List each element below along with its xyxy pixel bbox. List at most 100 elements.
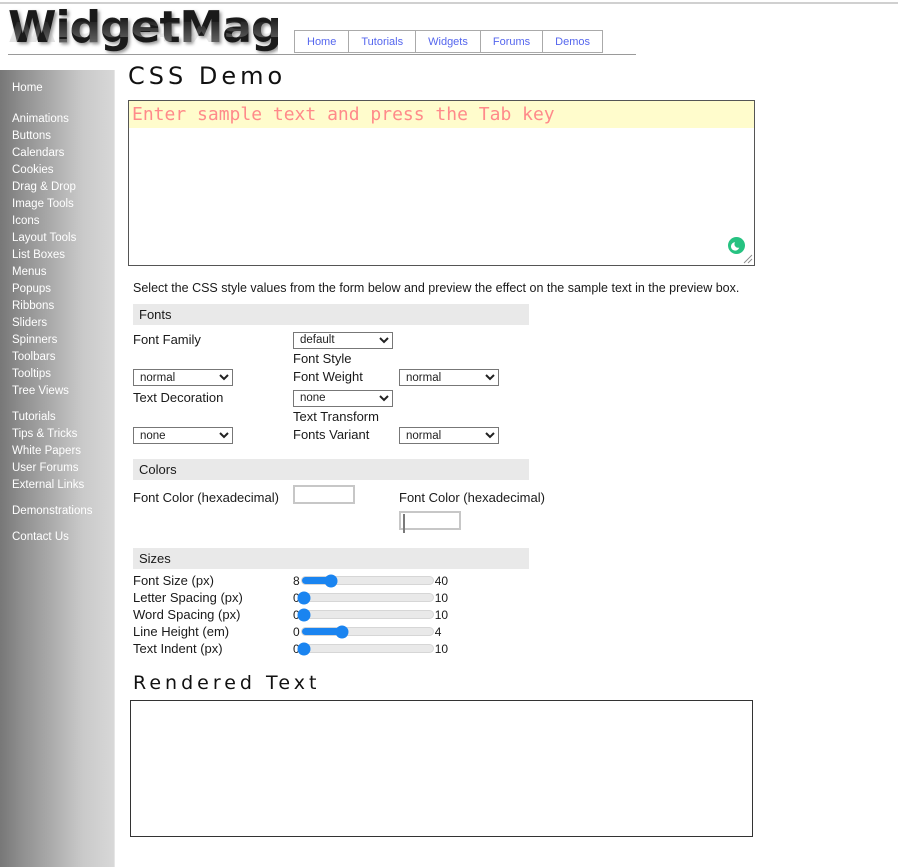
- font-color-text-input[interactable]: [399, 511, 461, 533]
- sidebar-item-menus[interactable]: Menus: [0, 264, 114, 281]
- label-text-decoration: Text Decoration: [133, 389, 224, 405]
- text-transform-select[interactable]: none: [133, 427, 233, 444]
- word-spacing-slider-thumb: [297, 608, 311, 621]
- font-color-swatch-input[interactable]: [293, 485, 355, 504]
- sizes-section: Sizes Font Size (px) 8 40 Letter Spacing…: [133, 548, 529, 656]
- word-spacing-slider[interactable]: [297, 608, 434, 621]
- font-variant-select[interactable]: normal: [399, 427, 499, 444]
- sidebar-item-external-links[interactable]: External Links: [0, 477, 114, 494]
- line-height-min: 0: [293, 624, 300, 639]
- font-size-max: 40: [434, 573, 449, 588]
- font-family-select[interactable]: default: [293, 331, 393, 349]
- fonts-section: Fonts Font Family default Font Style nor…: [133, 304, 529, 445]
- nav-item-demos[interactable]: Demos: [543, 31, 602, 52]
- label-fonts-variant: Fonts Variant: [293, 427, 370, 443]
- sidebar-item-tree-views[interactable]: Tree Views: [0, 383, 114, 400]
- sidebar-item-toolbars[interactable]: Toolbars: [0, 349, 114, 366]
- word-spacing-slider-row: 0 10: [293, 608, 529, 622]
- letter-spacing-slider[interactable]: [297, 591, 434, 604]
- text-indent-max: 10: [434, 641, 449, 656]
- font-family-select-cell: default: [293, 329, 399, 350]
- sidebar-item-white-papers[interactable]: White Papers: [0, 443, 114, 460]
- label-font-size: Font Size (px): [133, 573, 214, 588]
- sidebar-item-sliders[interactable]: Sliders: [0, 315, 114, 332]
- sample-text-input[interactable]: [128, 100, 755, 266]
- sidebar-item-demonstrations[interactable]: Demonstrations: [0, 503, 114, 520]
- line-height-slider-thumb: [335, 625, 349, 638]
- word-spacing-max: 10: [434, 607, 449, 622]
- nav-item-home[interactable]: Home: [295, 31, 350, 52]
- page-title: CSS Demo: [128, 62, 287, 90]
- fonts-row1-empty: [399, 338, 529, 340]
- letter-spacing-slider-thumb: [297, 591, 311, 604]
- sidebar-item-cookies[interactable]: Cookies: [0, 162, 114, 179]
- fonts-section-header: Fonts: [133, 304, 529, 325]
- rendered-text-title: Rendered Text: [133, 672, 321, 694]
- sidebar-item-buttons[interactable]: Buttons: [0, 128, 114, 145]
- sidebar-item-contact-us[interactable]: Contact Us: [0, 529, 114, 546]
- font-size-slider-thumb: [324, 574, 337, 587]
- font-weight-select[interactable]: normal: [399, 369, 499, 386]
- colors-row2-empty-left: [133, 521, 293, 523]
- main-content: CSS Demo Enter sample text and press the…: [128, 62, 888, 837]
- font-style-select-cell: normal: [133, 367, 293, 388]
- sizes-grid: Font Size (px) 8 40 Letter Spacing (px) …: [133, 573, 529, 656]
- sidebar-item-tips-tricks[interactable]: Tips & Tricks: [0, 426, 114, 443]
- label-text-transform: Text Transform: [293, 408, 379, 424]
- rendered-text-preview: [130, 700, 753, 837]
- font-color-text-cell: [399, 510, 529, 534]
- line-height-slider[interactable]: [300, 625, 434, 638]
- label-font-style: Font Style: [293, 350, 352, 366]
- label-font-family: Font Family: [133, 331, 201, 347]
- colors-row2-empty-mid: [293, 521, 399, 523]
- text-indent-slider-thumb: [297, 642, 311, 655]
- site-logo[interactable]: WidgetMage WidgetMage: [8, 6, 278, 68]
- sidebar-item-tooltips[interactable]: Tooltips: [0, 366, 114, 383]
- nav-item-forums[interactable]: Forums: [480, 31, 544, 52]
- font-style-select[interactable]: normal: [133, 369, 233, 386]
- text-decoration-select[interactable]: none: [293, 389, 393, 407]
- fonts-row5-empty-left: [133, 415, 293, 417]
- line-height-slider-row: 0 4: [293, 625, 529, 639]
- font-weight-select-cell: normal: [399, 367, 529, 388]
- sidebar-item-icons[interactable]: Icons: [0, 213, 114, 230]
- fonts-row4-empty: [399, 396, 529, 398]
- sidebar-item-spinners[interactable]: Spinners: [0, 332, 114, 349]
- label-letter-spacing: Letter Spacing (px): [133, 590, 243, 605]
- sidebar-item-popups[interactable]: Popups: [0, 281, 114, 298]
- sidebar-item-tutorials[interactable]: Tutorials: [0, 409, 114, 426]
- label-word-spacing: Word Spacing (px): [133, 607, 241, 622]
- fonts-row5-empty-right: [399, 415, 529, 417]
- sidebar-item-user-forums[interactable]: User Forums: [0, 460, 114, 477]
- sidebar-item-ribbons[interactable]: Ribbons: [0, 298, 114, 315]
- letter-spacing-slider-row: 0 10: [293, 591, 529, 605]
- colors-grid: Font Color (hexadecimal) Font Color (hex…: [133, 484, 545, 534]
- sidebar-item-home[interactable]: Home: [0, 80, 114, 102]
- nav-item-tutorials[interactable]: Tutorials: [349, 31, 417, 52]
- sidebar-item-calendars[interactable]: Calendars: [0, 145, 114, 162]
- sample-text-area-wrapper: Enter sample text and press the Tab key: [128, 100, 755, 266]
- letter-spacing-max: 10: [434, 590, 449, 605]
- font-color-text-field: [403, 514, 405, 533]
- helper-text: Select the CSS style values from the for…: [133, 281, 740, 295]
- sidebar-item-layout-tools[interactable]: Layout Tools: [0, 230, 114, 247]
- fonts-row2-empty-left: [133, 357, 293, 359]
- sidebar-item-image-tools[interactable]: Image Tools: [0, 196, 114, 213]
- label-font-color-right: Font Color (hexadecimal): [399, 489, 545, 505]
- text-indent-slider[interactable]: [297, 642, 434, 655]
- sidebar-item-drag-drop[interactable]: Drag & Drop: [0, 179, 114, 196]
- font-size-slider[interactable]: [300, 574, 434, 587]
- main-navigation: Home Tutorials Widgets Forums Demos: [294, 30, 603, 53]
- text-indent-slider-row: 0 10: [293, 642, 529, 656]
- nav-item-widgets[interactable]: Widgets: [416, 31, 481, 52]
- fonts-grid: Font Family default Font Style normal Fo…: [133, 329, 529, 445]
- site-header: WidgetMage WidgetMage Home Tutorials Wid…: [0, 4, 898, 68]
- sidebar-item-animations[interactable]: Animations: [0, 111, 114, 128]
- label-line-height: Line Height (em): [133, 624, 230, 639]
- sidebar-item-list-boxes[interactable]: List Boxes: [0, 247, 114, 264]
- page-root: WidgetMage WidgetMage Home Tutorials Wid…: [0, 0, 898, 867]
- label-font-color-left: Font Color (hexadecimal): [133, 489, 279, 505]
